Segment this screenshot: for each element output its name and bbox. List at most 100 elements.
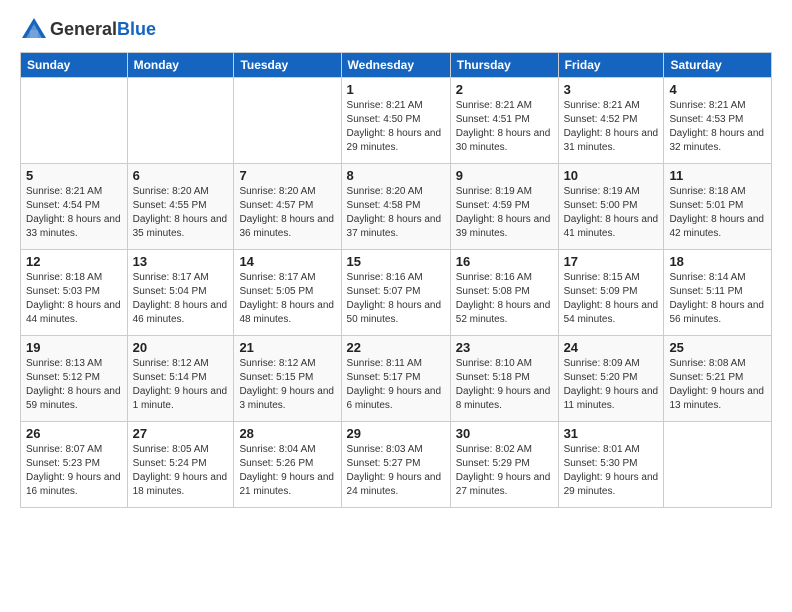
calendar-cell: [127, 78, 234, 164]
day-number: 14: [239, 254, 335, 269]
day-number: 8: [347, 168, 445, 183]
calendar-cell: 10 Sunrise: 8:19 AM Sunset: 5:00 PM Dayli…: [558, 164, 664, 250]
calendar-cell: 31 Sunrise: 8:01 AM Sunset: 5:30 PM Dayli…: [558, 422, 664, 508]
day-info: Sunrise: 8:08 AM Sunset: 5:21 PM Dayligh…: [669, 357, 766, 413]
day-number: 29: [347, 426, 445, 441]
calendar-cell: [664, 422, 772, 508]
weekday-header: Tuesday: [234, 53, 341, 78]
day-number: 30: [456, 426, 553, 441]
calendar-cell: 25 Sunrise: 8:08 AM Sunset: 5:21 PM Dayli…: [664, 336, 772, 422]
calendar-week-row: 5Sunrise: 8:21 AM Sunset: 4:54 PM Daylig…: [21, 164, 772, 250]
calendar-cell: 22 Sunrise: 8:11 AM Sunset: 5:17 PM Dayli…: [341, 336, 450, 422]
calendar-cell: 1 Sunrise: 8:21 AM Sunset: 4:50 PM Daylig…: [341, 78, 450, 164]
day-number: 28: [239, 426, 335, 441]
day-info: Sunrise: 8:21 AM Sunset: 4:50 PM Dayligh…: [347, 99, 445, 155]
calendar-cell: 9 Sunrise: 8:19 AM Sunset: 4:59 PM Daylig…: [450, 164, 558, 250]
day-number: 18: [669, 254, 766, 269]
calendar-cell: 19Sunrise: 8:13 AM Sunset: 5:12 PM Dayli…: [21, 336, 128, 422]
day-number: 1: [347, 82, 445, 97]
day-info: Sunrise: 8:20 AM Sunset: 4:57 PM Dayligh…: [239, 185, 335, 241]
calendar-week-row: 26Sunrise: 8:07 AM Sunset: 5:23 PM Dayli…: [21, 422, 772, 508]
day-info: Sunrise: 8:05 AM Sunset: 5:24 PM Dayligh…: [133, 443, 229, 499]
weekday-header: Sunday: [21, 53, 128, 78]
day-info: Sunrise: 8:17 AM Sunset: 5:05 PM Dayligh…: [239, 271, 335, 327]
day-number: 2: [456, 82, 553, 97]
day-number: 9: [456, 168, 553, 183]
day-number: 6: [133, 168, 229, 183]
day-number: 10: [564, 168, 659, 183]
day-info: Sunrise: 8:01 AM Sunset: 5:30 PM Dayligh…: [564, 443, 659, 499]
day-info: Sunrise: 8:17 AM Sunset: 5:04 PM Dayligh…: [133, 271, 229, 327]
day-number: 4: [669, 82, 766, 97]
day-info: Sunrise: 8:20 AM Sunset: 4:58 PM Dayligh…: [347, 185, 445, 241]
day-info: Sunrise: 8:09 AM Sunset: 5:20 PM Dayligh…: [564, 357, 659, 413]
day-number: 21: [239, 340, 335, 355]
calendar-cell: 12 Sunrise: 8:18 AM Sunset: 5:03 PM Dayli…: [21, 250, 128, 336]
calendar-cell: 16 Sunrise: 8:16 AM Sunset: 5:08 PM Dayli…: [450, 250, 558, 336]
day-info: Sunrise: 8:18 AM Sunset: 5:01 PM Dayligh…: [669, 185, 766, 241]
calendar-table: SundayMondayTuesdayWednesdayThursdayFrid…: [20, 52, 772, 508]
calendar-cell: 14 Sunrise: 8:17 AM Sunset: 5:05 PM Dayli…: [234, 250, 341, 336]
day-info: Sunrise: 8:16 AM Sunset: 5:08 PM Dayligh…: [456, 271, 553, 327]
day-number: 24: [564, 340, 659, 355]
calendar-cell: 7 Sunrise: 8:20 AM Sunset: 4:57 PM Daylig…: [234, 164, 341, 250]
calendar-cell: 21 Sunrise: 8:12 AM Sunset: 5:15 PM Dayli…: [234, 336, 341, 422]
day-number: 16: [456, 254, 553, 269]
day-info: Sunrise: 8:11 AM Sunset: 5:17 PM Dayligh…: [347, 357, 445, 413]
calendar-cell: [21, 78, 128, 164]
calendar-cell: 17 Sunrise: 8:15 AM Sunset: 5:09 PM Dayli…: [558, 250, 664, 336]
calendar-cell: 20Sunrise: 8:12 AM Sunset: 5:14 PM Dayli…: [127, 336, 234, 422]
weekday-header: Saturday: [664, 53, 772, 78]
day-number: 22: [347, 340, 445, 355]
weekday-header: Friday: [558, 53, 664, 78]
calendar-cell: 28Sunrise: 8:04 AM Sunset: 5:26 PM Dayli…: [234, 422, 341, 508]
calendar-week-row: 1 Sunrise: 8:21 AM Sunset: 4:50 PM Daylig…: [21, 78, 772, 164]
calendar-cell: 18 Sunrise: 8:14 AM Sunset: 5:11 PM Dayli…: [664, 250, 772, 336]
weekday-header: Thursday: [450, 53, 558, 78]
calendar-cell: 30 Sunrise: 8:02 AM Sunset: 5:29 PM Dayli…: [450, 422, 558, 508]
day-number: 23: [456, 340, 553, 355]
day-info: Sunrise: 8:18 AM Sunset: 5:03 PM Dayligh…: [26, 271, 122, 327]
day-info: Sunrise: 8:14 AM Sunset: 5:11 PM Dayligh…: [669, 271, 766, 327]
calendar-cell: 23 Sunrise: 8:10 AM Sunset: 5:18 PM Dayli…: [450, 336, 558, 422]
calendar-header-row: SundayMondayTuesdayWednesdayThursdayFrid…: [21, 53, 772, 78]
day-info: Sunrise: 8:21 AM Sunset: 4:54 PM Dayligh…: [26, 185, 122, 241]
day-info: Sunrise: 8:15 AM Sunset: 5:09 PM Dayligh…: [564, 271, 659, 327]
day-number: 3: [564, 82, 659, 97]
day-number: 20: [133, 340, 229, 355]
calendar-cell: 15Sunrise: 8:16 AM Sunset: 5:07 PM Dayli…: [341, 250, 450, 336]
day-info: Sunrise: 8:12 AM Sunset: 5:15 PM Dayligh…: [239, 357, 335, 413]
day-info: Sunrise: 8:19 AM Sunset: 4:59 PM Dayligh…: [456, 185, 553, 241]
logo-general: General: [50, 19, 117, 39]
day-info: Sunrise: 8:02 AM Sunset: 5:29 PM Dayligh…: [456, 443, 553, 499]
day-number: 15: [347, 254, 445, 269]
day-number: 13: [133, 254, 229, 269]
day-info: Sunrise: 8:20 AM Sunset: 4:55 PM Dayligh…: [133, 185, 229, 241]
calendar-cell: [234, 78, 341, 164]
day-number: 31: [564, 426, 659, 441]
day-number: 25: [669, 340, 766, 355]
day-number: 17: [564, 254, 659, 269]
page: GeneralBlue SundayMondayTuesdayWednesday…: [0, 0, 792, 518]
day-info: Sunrise: 8:21 AM Sunset: 4:53 PM Dayligh…: [669, 99, 766, 155]
day-info: Sunrise: 8:13 AM Sunset: 5:12 PM Dayligh…: [26, 357, 122, 413]
calendar-cell: 2 Sunrise: 8:21 AM Sunset: 4:51 PM Daylig…: [450, 78, 558, 164]
day-info: Sunrise: 8:03 AM Sunset: 5:27 PM Dayligh…: [347, 443, 445, 499]
day-info: Sunrise: 8:10 AM Sunset: 5:18 PM Dayligh…: [456, 357, 553, 413]
calendar-cell: 11 Sunrise: 8:18 AM Sunset: 5:01 PM Dayli…: [664, 164, 772, 250]
day-info: Sunrise: 8:19 AM Sunset: 5:00 PM Dayligh…: [564, 185, 659, 241]
logo-blue: Blue: [117, 19, 156, 39]
day-number: 11: [669, 168, 766, 183]
weekday-header: Monday: [127, 53, 234, 78]
weekday-header: Wednesday: [341, 53, 450, 78]
calendar-cell: 4 Sunrise: 8:21 AM Sunset: 4:53 PM Daylig…: [664, 78, 772, 164]
calendar-cell: 26Sunrise: 8:07 AM Sunset: 5:23 PM Dayli…: [21, 422, 128, 508]
day-number: 27: [133, 426, 229, 441]
day-number: 26: [26, 426, 122, 441]
day-number: 12: [26, 254, 122, 269]
day-number: 7: [239, 168, 335, 183]
day-info: Sunrise: 8:21 AM Sunset: 4:52 PM Dayligh…: [564, 99, 659, 155]
day-info: Sunrise: 8:21 AM Sunset: 4:51 PM Dayligh…: [456, 99, 553, 155]
header: GeneralBlue: [20, 16, 772, 44]
logo-icon: [20, 16, 48, 44]
